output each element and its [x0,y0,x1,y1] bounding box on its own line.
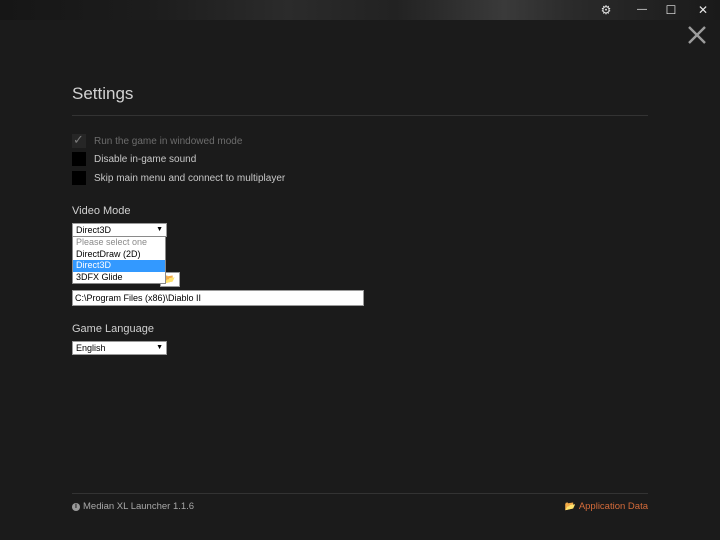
version-info: i Median XL Launcher 1.1.6 [72,501,194,512]
maximize-icon[interactable]: ☐ [662,2,680,18]
gear-icon[interactable]: ⚙ [597,2,615,18]
skip-main-menu-label: Skip main menu and connect to multiplaye… [94,172,286,184]
version-text: Median XL Launcher 1.1.6 [83,501,195,512]
skip-main-menu-checkbox[interactable] [72,171,86,185]
close-icon[interactable]: ✕ [694,2,712,18]
game-path-input[interactable] [72,290,364,306]
video-mode-selected-value: Direct3D [76,225,112,235]
title-bar: ⚙ — ☐ ✕ [0,0,720,20]
option-disable-sound[interactable]: Disable in-game sound [72,151,196,167]
dropdown-option-directdraw[interactable]: DirectDraw (2D) [73,249,165,261]
folder-open-icon: 📂 [164,274,176,284]
footer-divider [72,493,648,494]
game-language-label: Game Language [72,323,154,335]
video-mode-dropdown: Please select one DirectDraw (2D) Direct… [72,236,166,284]
video-mode-label: Video Mode [72,205,131,217]
game-language-selected-value: English [76,343,106,353]
chevron-down-icon: ▼ [156,226,163,233]
info-icon: i [72,502,80,511]
chevron-down-icon: ▼ [156,344,163,351]
windowed-mode-label: Run the game in windowed mode [94,135,243,147]
folder-open-icon: 📂 [564,501,576,511]
minimize-icon[interactable]: — [633,2,651,18]
dropdown-option-3dfx-glide[interactable]: 3DFX Glide [73,272,165,284]
game-language-select[interactable]: English ▼ [72,341,167,355]
launcher-window: ⚙ — ☐ ✕ Settings ✓ Run the game in windo… [0,0,720,540]
disable-sound-checkbox[interactable] [72,152,86,166]
option-windowed-mode[interactable]: ✓ Run the game in windowed mode [72,132,243,149]
page-title: Settings [72,84,134,103]
option-skip-main-menu[interactable]: Skip main menu and connect to multiplaye… [72,170,285,186]
disable-sound-label: Disable in-game sound [94,153,197,165]
application-data-link[interactable]: 📂 Application Data [565,501,648,512]
dropdown-option-direct3d[interactable]: Direct3D [73,260,165,272]
windowed-mode-checkbox[interactable]: ✓ [72,132,86,148]
dropdown-option-placeholder[interactable]: Please select one [73,237,165,249]
video-mode-select[interactable]: Direct3D ▼ [72,223,167,237]
application-data-label: Application Data [578,501,648,512]
checkmark-icon: ✓ [73,132,84,147]
close-settings-icon[interactable] [686,24,708,46]
title-divider [72,115,648,116]
